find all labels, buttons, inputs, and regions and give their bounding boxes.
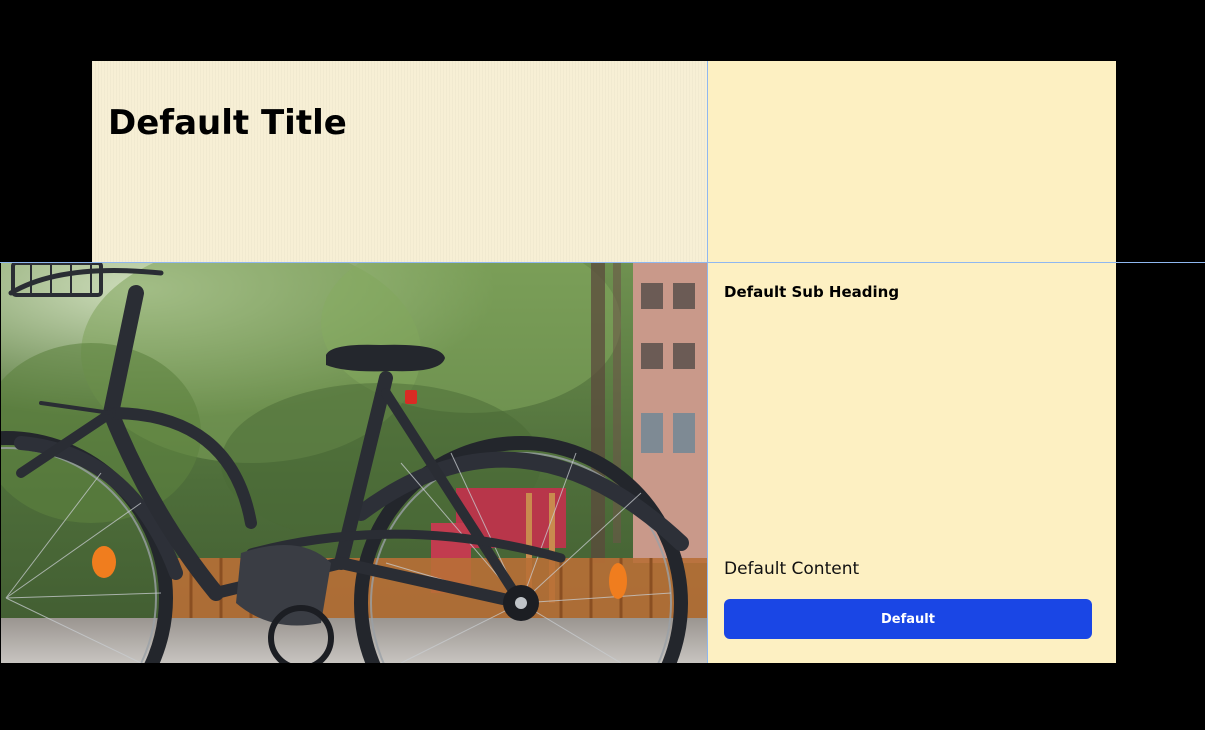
page-canvas: Default Title Default Sub Heading Defaul…: [0, 0, 1205, 730]
bicycle-photo: [1, 263, 707, 663]
content-panel: Default Sub Heading Default Content Defa…: [708, 263, 1116, 663]
title-panel: Default Title: [92, 61, 707, 262]
bicycle-photo-illustration: [1, 263, 707, 663]
right-top-panel: [708, 61, 1116, 262]
content-text: Default Content: [724, 559, 860, 579]
default-button[interactable]: Default: [724, 599, 1092, 639]
sub-heading: Default Sub Heading: [724, 283, 900, 301]
grid-guide-vertical: [707, 61, 708, 663]
grid-guide-horizontal: [0, 262, 1205, 263]
page-title: Default Title: [108, 103, 347, 143]
